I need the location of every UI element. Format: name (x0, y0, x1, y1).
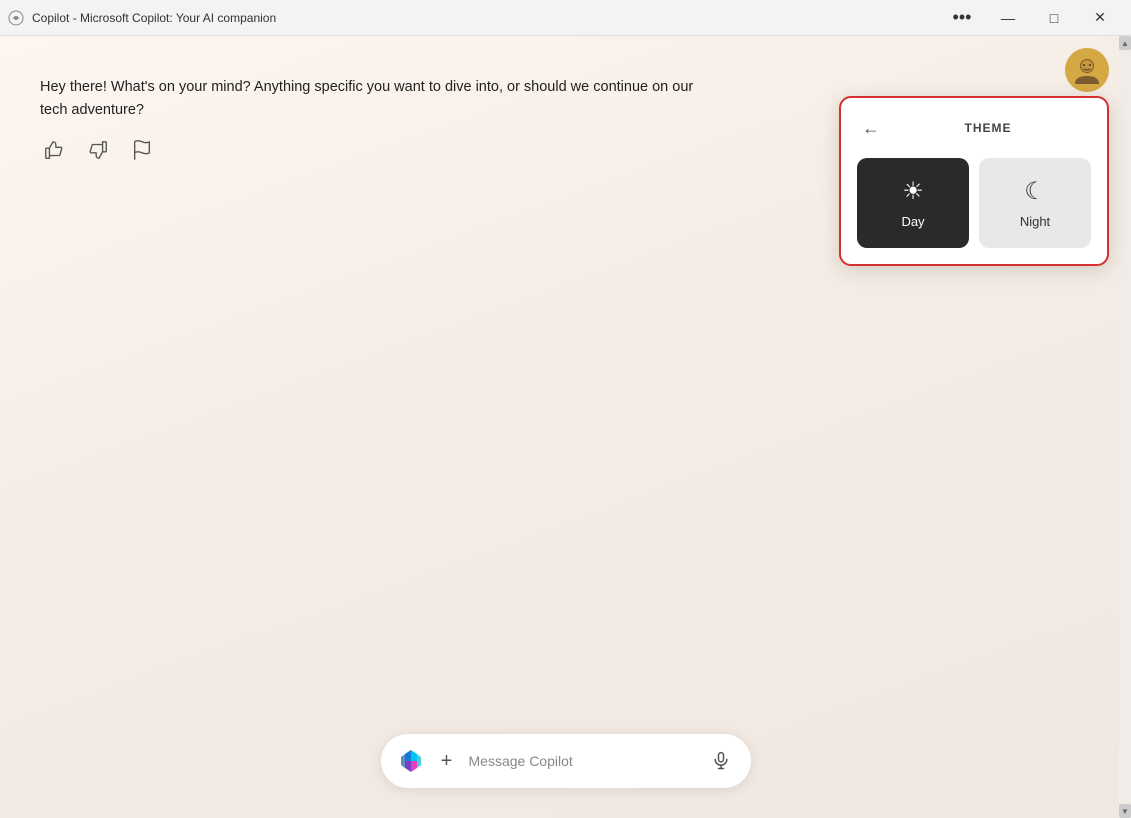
theme-popup-header: ← THEME (857, 114, 1091, 142)
scrollbar-track[interactable]: ▲ ▼ (1119, 36, 1131, 818)
message-area: Hey there! What's on your mind? Anything… (20, 56, 831, 184)
theme-popup: ← THEME ☀ Day ☾ Night (839, 96, 1109, 266)
night-label: Night (1020, 214, 1050, 229)
sun-icon: ☀ (902, 177, 924, 206)
app-icon (8, 10, 24, 26)
add-button[interactable]: + (433, 747, 461, 775)
message-text: Hey there! What's on your mind? Anything… (40, 76, 720, 122)
flag-button[interactable] (128, 136, 156, 164)
avatar[interactable] (1065, 48, 1109, 92)
moon-icon: ☾ (1024, 177, 1046, 206)
theme-back-button[interactable]: ← (857, 114, 885, 142)
thumbs-up-button[interactable] (40, 136, 68, 164)
theme-options: ☀ Day ☾ Night (857, 158, 1091, 248)
titlebar: Copilot - Microsoft Copilot: Your AI com… (0, 0, 1131, 36)
thumbs-down-button[interactable] (84, 136, 112, 164)
maximize-button[interactable]: □ (1031, 0, 1077, 36)
window-title: Copilot - Microsoft Copilot: Your AI com… (32, 11, 939, 25)
theme-day-option[interactable]: ☀ Day (857, 158, 969, 248)
minimize-button[interactable]: — (985, 0, 1031, 36)
input-bar: + Message Copilot (381, 734, 751, 788)
day-label: Day (901, 214, 924, 229)
input-bar-container: + Message Copilot (381, 734, 751, 788)
scrollbar-down-arrow[interactable]: ▼ (1119, 804, 1131, 818)
message-input[interactable]: Message Copilot (469, 753, 699, 769)
main-area: ▲ ▼ ← THEME ☀ Day ☾ Night (0, 36, 1131, 818)
message-actions (40, 136, 811, 164)
scrollbar-up-arrow[interactable]: ▲ (1119, 36, 1131, 50)
copilot-logo-icon (397, 747, 425, 775)
theme-night-option[interactable]: ☾ Night (979, 158, 1091, 248)
close-button[interactable]: ✕ (1077, 0, 1123, 36)
more-options-button[interactable]: ••• (939, 0, 985, 36)
theme-title: THEME (885, 121, 1091, 135)
microphone-button[interactable] (707, 747, 735, 775)
